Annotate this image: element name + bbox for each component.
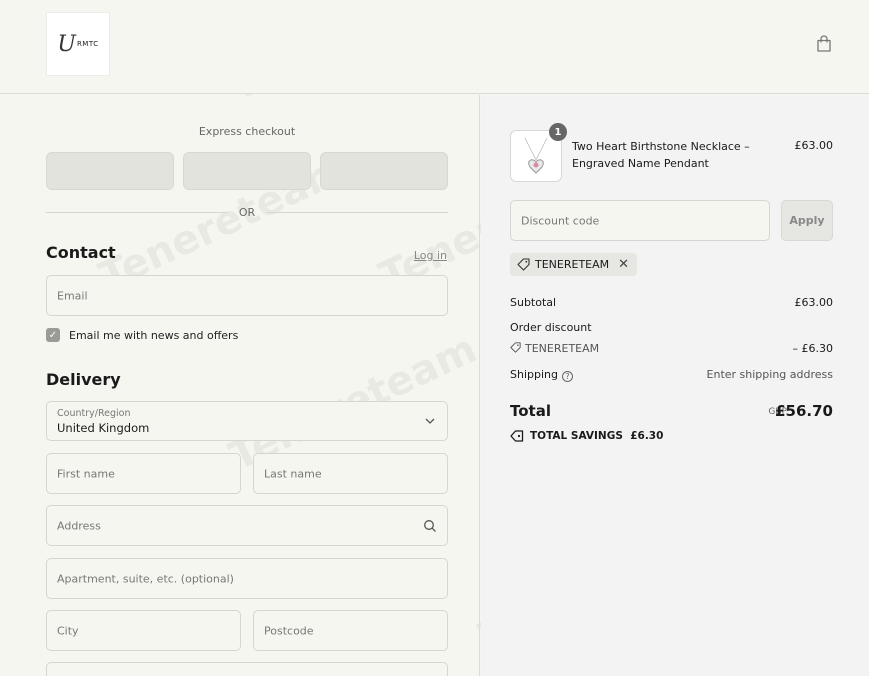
discount-code-row: TENERETEAM – £6.30: [510, 342, 833, 355]
newsletter-label: Email me with news and offers: [69, 328, 239, 342]
newsletter-checkbox[interactable]: ✓: [46, 328, 60, 342]
store-logo[interactable]: U RMTC: [46, 12, 110, 76]
email-placeholder: Email: [57, 289, 88, 302]
address-field[interactable]: Address: [46, 505, 448, 546]
divider-line: [46, 211, 227, 213]
city-placeholder: City: [57, 624, 79, 637]
postcode-field[interactable]: Postcode: [253, 610, 448, 651]
applied-discount-chip: TENERETEAM ✕: [510, 253, 638, 276]
postcode-placeholder: Postcode: [264, 624, 314, 637]
express-pay-button-2[interactable]: [183, 152, 311, 190]
last-name-field[interactable]: Last name: [253, 453, 448, 494]
address-placeholder: Address: [57, 519, 101, 532]
discount-code-label: TENERETEAM: [525, 342, 600, 355]
product-price: £63.00: [794, 139, 834, 152]
tag-icon: [517, 258, 530, 271]
discount-placeholder: Discount code: [521, 214, 600, 227]
savings-label: TOTAL SAVINGS: [530, 430, 623, 442]
apply-button[interactable]: Apply: [781, 200, 833, 241]
subtotal-label: Subtotal: [510, 296, 557, 309]
express-checkout-label: Express checkout: [198, 125, 296, 138]
subtotal-value: £63.00: [794, 296, 834, 309]
country-value: United Kingdom: [57, 421, 150, 435]
last-name-placeholder: Last name: [264, 467, 322, 480]
total-value: £56.70: [775, 402, 833, 420]
checkout-header: U RMTC: [0, 0, 869, 94]
necklace-icon: [524, 137, 548, 174]
remove-discount-icon[interactable]: ✕: [618, 257, 629, 272]
first-name-field[interactable]: First name: [46, 453, 241, 494]
discount-code-input[interactable]: Discount code: [510, 200, 770, 241]
shipping-row: Shipping? Enter shipping address: [510, 368, 833, 382]
delivery-title: Delivery: [46, 370, 121, 389]
order-summary: 1 Two Heart Birthstone Necklace – Engrav…: [481, 95, 869, 676]
logo-text: U: [57, 31, 76, 57]
or-divider: OR: [46, 205, 448, 219]
applied-code-text: TENERETEAM: [535, 258, 610, 271]
email-field[interactable]: Email: [46, 275, 448, 316]
shopping-bag-icon[interactable]: [816, 35, 832, 53]
help-icon[interactable]: ?: [562, 371, 573, 382]
savings-value: £6.30: [630, 430, 664, 442]
savings-tag-icon: [510, 430, 524, 442]
next-field[interactable]: [46, 662, 448, 676]
express-pay-button-1[interactable]: [46, 152, 174, 190]
city-field[interactable]: City: [46, 610, 241, 651]
divider-line: [267, 211, 448, 213]
search-icon[interactable]: [423, 519, 437, 533]
newsletter-row[interactable]: ✓ Email me with news and offers: [46, 328, 238, 342]
logo-small-text: RMTC: [76, 40, 99, 48]
chevron-down-icon: [425, 418, 435, 424]
login-link[interactable]: Log in: [414, 249, 447, 262]
first-name-placeholder: First name: [57, 467, 115, 480]
total-label: Total: [510, 402, 551, 420]
tag-icon: [510, 342, 521, 353]
order-discount-label: Order discount: [510, 321, 592, 334]
quantity-badge: 1: [549, 123, 567, 141]
country-select[interactable]: Country/Region United Kingdom: [46, 401, 448, 441]
order-discount-row: Order discount: [510, 321, 833, 334]
or-text: OR: [238, 205, 256, 219]
shipping-label: Shipping: [510, 368, 558, 381]
shipping-value: Enter shipping address: [706, 368, 833, 381]
checkout-form: Express checkout OR Contact Log in Email…: [0, 95, 480, 676]
discount-value: – £6.30: [792, 342, 834, 355]
express-pay-button-3[interactable]: [320, 152, 448, 190]
contact-title: Contact: [46, 243, 116, 262]
product-name: Two Heart Birthstone Necklace – Engraved…: [572, 140, 750, 170]
apartment-placeholder: Apartment, suite, etc. (optional): [57, 572, 234, 585]
subtotal-row: Subtotal £63.00: [510, 296, 833, 309]
apartment-field[interactable]: Apartment, suite, etc. (optional): [46, 558, 448, 599]
total-savings: TOTAL SAVINGS £6.30: [510, 430, 663, 442]
country-label: Country/Region: [57, 408, 131, 419]
